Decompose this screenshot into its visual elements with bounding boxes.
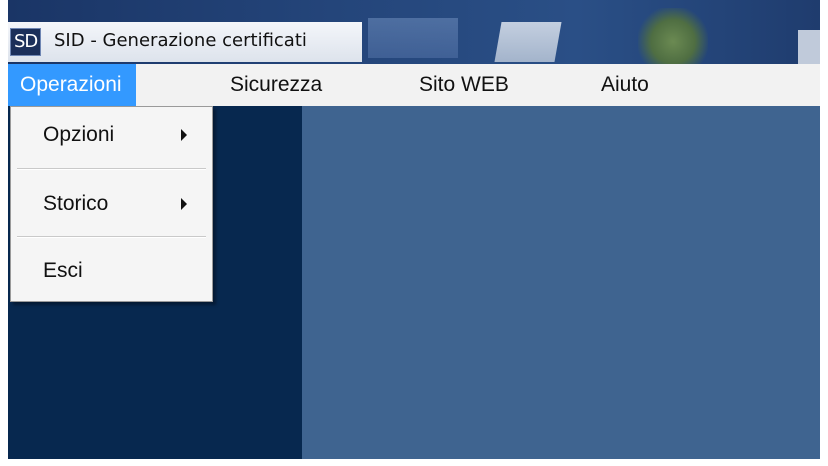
titlebar-background-decoration [798, 30, 820, 64]
menu-item-opzioni[interactable]: Opzioni [11, 107, 212, 163]
submenu-arrow-icon [181, 129, 187, 141]
menu-sito-web[interactable]: Sito WEB [419, 64, 509, 106]
window-title: SID - Generazione certificati [54, 30, 307, 51]
menu-operazioni[interactable]: Operazioni [8, 64, 136, 106]
submenu-arrow-icon [181, 198, 187, 210]
menu-item-esci[interactable]: Esci [11, 243, 212, 299]
client-main-area [302, 106, 820, 459]
menu-bar: Operazioni Sicurezza Sito WEB Aiuto [8, 64, 820, 107]
menu-sicurezza[interactable]: Sicurezza [230, 64, 322, 106]
menu-separator [17, 168, 206, 170]
menu-item-label: Storico [43, 192, 109, 215]
title-text-area: SD SID - Generazione certificati [8, 22, 362, 62]
operazioni-dropdown-menu: Opzioni Storico Esci [10, 106, 213, 302]
menu-item-label: Esci [43, 259, 83, 282]
app-logo-icon[interactable]: SD [10, 28, 42, 56]
title-bar[interactable]: SD SID - Generazione certificati [8, 0, 820, 64]
titlebar-background-decoration [368, 18, 458, 58]
app-window: SD SID - Generazione certificati Operazi… [8, 0, 820, 459]
menu-aiuto[interactable]: Aiuto [601, 64, 649, 106]
titlebar-background-decoration [494, 22, 562, 62]
titlebar-background-decoration [638, 8, 708, 64]
menu-separator [17, 236, 206, 238]
menu-item-storico[interactable]: Storico [11, 176, 212, 232]
menu-item-label: Opzioni [43, 123, 115, 146]
